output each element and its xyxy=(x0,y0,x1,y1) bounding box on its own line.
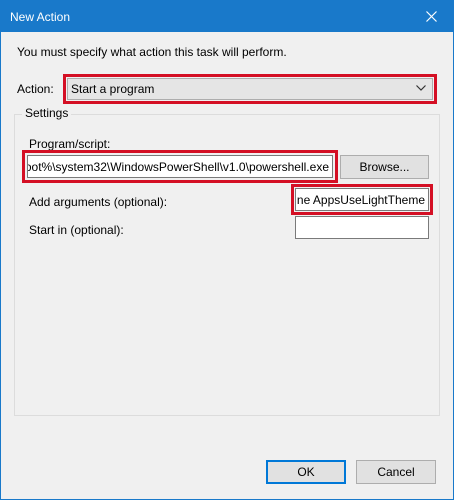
title-bar[interactable]: New Action xyxy=(1,1,453,32)
instruction-text: You must specify what action this task w… xyxy=(17,45,287,59)
ok-button[interactable]: OK xyxy=(266,460,346,484)
program-script-value: oot%\system32\WindowsPowerShell\v1.0\pow… xyxy=(27,160,329,174)
program-script-input[interactable]: oot%\system32\WindowsPowerShell\v1.0\pow… xyxy=(27,155,333,178)
new-action-dialog: New Action You must specify what action … xyxy=(0,0,454,500)
dialog-footer: OK Cancel xyxy=(1,416,453,499)
action-selected-value: Start a program xyxy=(71,82,155,96)
add-arguments-input[interactable]: ne AppsUseLightTheme xyxy=(295,188,429,211)
browse-button[interactable]: Browse... xyxy=(340,155,429,179)
close-icon xyxy=(425,11,437,22)
close-button[interactable] xyxy=(409,1,453,32)
cancel-button[interactable]: Cancel xyxy=(356,460,436,484)
window-title: New Action xyxy=(10,10,71,24)
action-label: Action: xyxy=(17,82,54,96)
dialog-content: You must specify what action this task w… xyxy=(1,32,453,416)
add-arguments-label: Add arguments (optional): xyxy=(29,195,168,209)
program-script-label: Program/script: xyxy=(29,137,111,151)
settings-group-title: Settings xyxy=(22,106,72,120)
chevron-down-icon xyxy=(416,85,426,91)
add-arguments-value: ne AppsUseLightTheme xyxy=(296,193,425,207)
settings-group: Settings Program/script: oot%\system32\W… xyxy=(14,106,440,416)
start-in-label: Start in (optional): xyxy=(29,223,124,237)
action-dropdown[interactable]: Start a program xyxy=(67,78,433,100)
start-in-input[interactable] xyxy=(295,216,429,239)
